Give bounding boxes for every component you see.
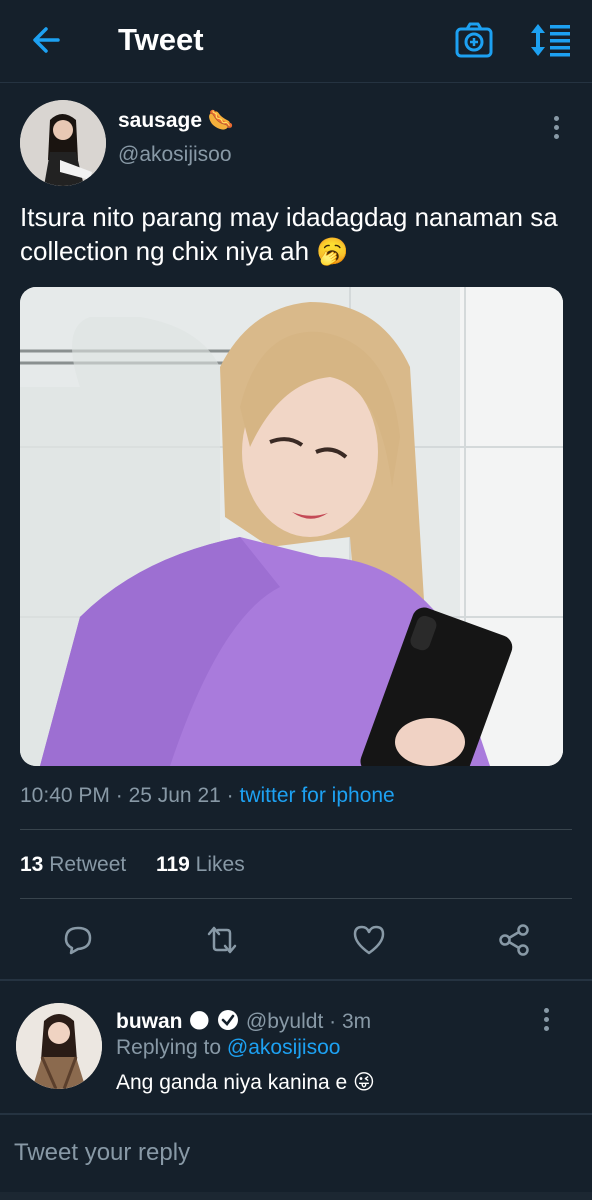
back-arrow-icon[interactable]: [28, 20, 68, 60]
page-title: Tweet: [118, 22, 204, 57]
reply-text: Ang ganda niya kanina e 😜: [116, 1071, 375, 1094]
verified-check-icon: [218, 1010, 239, 1030]
reply-avatar[interactable]: [16, 1003, 102, 1089]
section-divider: [0, 1113, 592, 1115]
retweet-icon[interactable]: [204, 922, 240, 958]
tweet-source-link[interactable]: twitter for iphone: [239, 784, 394, 807]
reply-author-name[interactable]: buwan 🌑: [116, 1010, 210, 1033]
more-vertical-icon[interactable]: [537, 1006, 557, 1036]
tweet-time: 10:40 PM: [20, 784, 110, 807]
like-icon[interactable]: [351, 922, 387, 958]
top-bar: Tweet: [0, 0, 592, 83]
tweet-media-image[interactable]: [20, 287, 563, 766]
bottom-nav-strip: [0, 1192, 592, 1200]
author-handle[interactable]: @akosijisoo: [118, 143, 232, 167]
tweet-timestamp: 10:40 PM · 25 Jun 21 · twitter for iphon…: [20, 784, 395, 807]
divider: [20, 829, 572, 830]
reply-time: 3m: [341, 1010, 372, 1033]
divider: [20, 898, 572, 899]
sort-icon[interactable]: [528, 20, 574, 60]
tweet-stats: 13 Retweet 119 Likes: [20, 853, 245, 877]
likes-stat[interactable]: 119 Likes: [156, 853, 245, 876]
share-icon[interactable]: [496, 922, 532, 958]
reply-icon[interactable]: [60, 922, 96, 958]
reply-input[interactable]: Tweet your reply: [14, 1139, 190, 1167]
section-divider: [0, 979, 592, 981]
replying-to: Replying to @akosijisoo: [116, 1036, 341, 1059]
author-avatar[interactable]: [20, 100, 106, 186]
replying-to-mention[interactable]: @akosijisoo: [227, 1036, 341, 1059]
camera-plus-icon[interactable]: [454, 20, 494, 60]
more-vertical-icon[interactable]: [547, 114, 567, 144]
author-name[interactable]: sausage 🌭: [118, 109, 234, 133]
tweet-text: Itsura nito parang may idadagdag nanaman…: [20, 202, 558, 266]
retweet-stat[interactable]: 13 Retweet: [20, 853, 126, 876]
reply-header: buwan 🌑 @byuldt · 3m: [116, 1010, 372, 1033]
reply-author-handle[interactable]: @byuldt: [246, 1010, 323, 1033]
tweet-date: 25 Jun 21: [128, 784, 221, 807]
